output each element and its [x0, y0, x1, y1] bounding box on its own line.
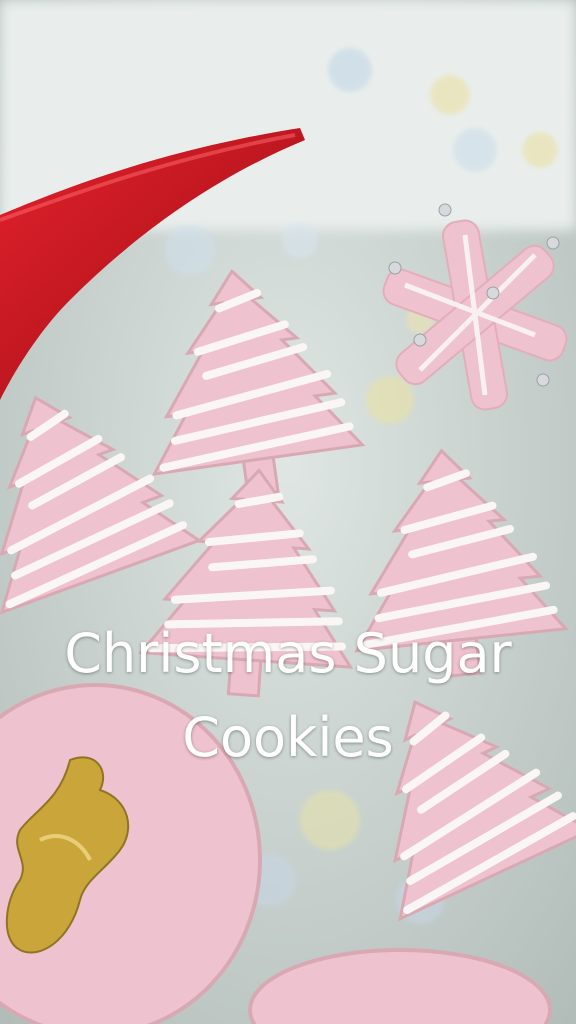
- caption-line-2: Cookies: [182, 706, 394, 769]
- caption-line-1: Christmas Sugar: [64, 622, 512, 685]
- cookie-photo: [0, 0, 576, 1024]
- photo-frame: Christmas Sugar Cookies: [0, 0, 576, 1024]
- caption-text: Christmas Sugar Cookies: [0, 612, 576, 780]
